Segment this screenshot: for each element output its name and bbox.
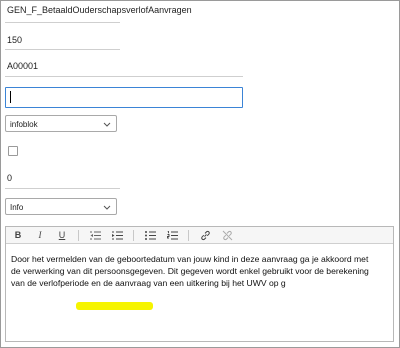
code-underline <box>5 76 243 77</box>
editor-toolbar: B I U <box>6 227 393 244</box>
italic-button[interactable]: I <box>30 228 50 242</box>
number-underline <box>5 49 120 50</box>
number-field: 150 <box>7 35 23 45</box>
text-caret <box>10 91 11 103</box>
toolbar-separator <box>78 229 79 241</box>
text-highlight-mark <box>76 302 153 310</box>
chevron-down-icon <box>103 116 111 133</box>
editor-content[interactable]: Door het vermelden van de geboortedatum … <box>11 253 379 289</box>
info-type-value: Info <box>10 203 24 212</box>
outdent-icon[interactable] <box>85 228 105 242</box>
name-underline <box>5 22 120 23</box>
checkbox[interactable] <box>8 146 18 156</box>
bold-button[interactable]: B <box>8 228 28 242</box>
numbered-list-icon[interactable] <box>162 228 182 242</box>
rich-text-editor[interactable]: B I U Door het vermelden van de geboorte… <box>5 226 394 342</box>
info-type-select[interactable]: Info <box>5 198 117 215</box>
counter-field: 0 <box>7 173 13 183</box>
link-icon[interactable] <box>195 228 215 242</box>
counter-underline <box>5 188 120 189</box>
name-field: GEN_F_BetaaldOuderschapsverlofAanvragen <box>7 5 192 15</box>
bullet-list-icon[interactable] <box>140 228 160 242</box>
indent-icon[interactable] <box>107 228 127 242</box>
chevron-down-icon <box>103 199 111 216</box>
unlink-icon[interactable] <box>217 228 237 242</box>
block-type-value: infoblok <box>10 120 38 129</box>
block-type-select[interactable]: infoblok <box>5 115 117 132</box>
toolbar-separator <box>133 229 134 241</box>
code-field: A00001 <box>7 61 39 71</box>
underline-button[interactable]: U <box>52 228 72 242</box>
toolbar-separator <box>188 229 189 241</box>
text-input[interactable] <box>5 87 243 108</box>
